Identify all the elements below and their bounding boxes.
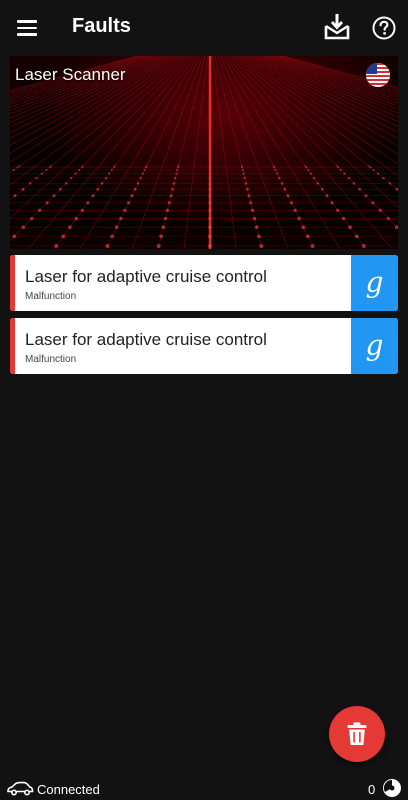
- car-icon: [7, 781, 34, 796]
- delete-faults-button[interactable]: [329, 706, 385, 762]
- banner-title: Laser Scanner: [15, 65, 126, 84]
- connection-status-bar: Connected 0: [0, 776, 408, 800]
- fault-name: Laser for adaptive cruise control: [25, 330, 267, 349]
- page-title: Faults: [72, 15, 131, 37]
- google-icon: g: [365, 328, 384, 362]
- fault-name: Laser for adaptive cruise control: [25, 267, 267, 286]
- severity-stripe: [10, 255, 15, 311]
- gauge-icon: [383, 779, 401, 797]
- severity-stripe: [10, 318, 15, 374]
- connection-status-label: Connected: [37, 782, 100, 797]
- fault-status: Malfunction: [25, 354, 77, 365]
- google-icon: g: [365, 265, 384, 299]
- trash-icon: [347, 722, 367, 745]
- help-icon[interactable]: [372, 16, 396, 40]
- google-search-button[interactable]: g: [351, 255, 398, 311]
- laser-scanner-banner: Laser Scanner: [10, 56, 398, 249]
- fault-status: Malfunction: [25, 291, 77, 302]
- fault-count: 0: [368, 782, 376, 797]
- us-flag-icon[interactable]: [366, 63, 390, 87]
- app-bar: Faults: [0, 0, 408, 56]
- google-search-button[interactable]: g: [351, 318, 398, 374]
- fault-card[interactable]: Laser for adaptive cruise control Malfun…: [10, 318, 398, 374]
- menu-icon[interactable]: [14, 14, 42, 42]
- download-icon[interactable]: [322, 12, 352, 42]
- fault-card[interactable]: Laser for adaptive cruise control Malfun…: [10, 255, 398, 311]
